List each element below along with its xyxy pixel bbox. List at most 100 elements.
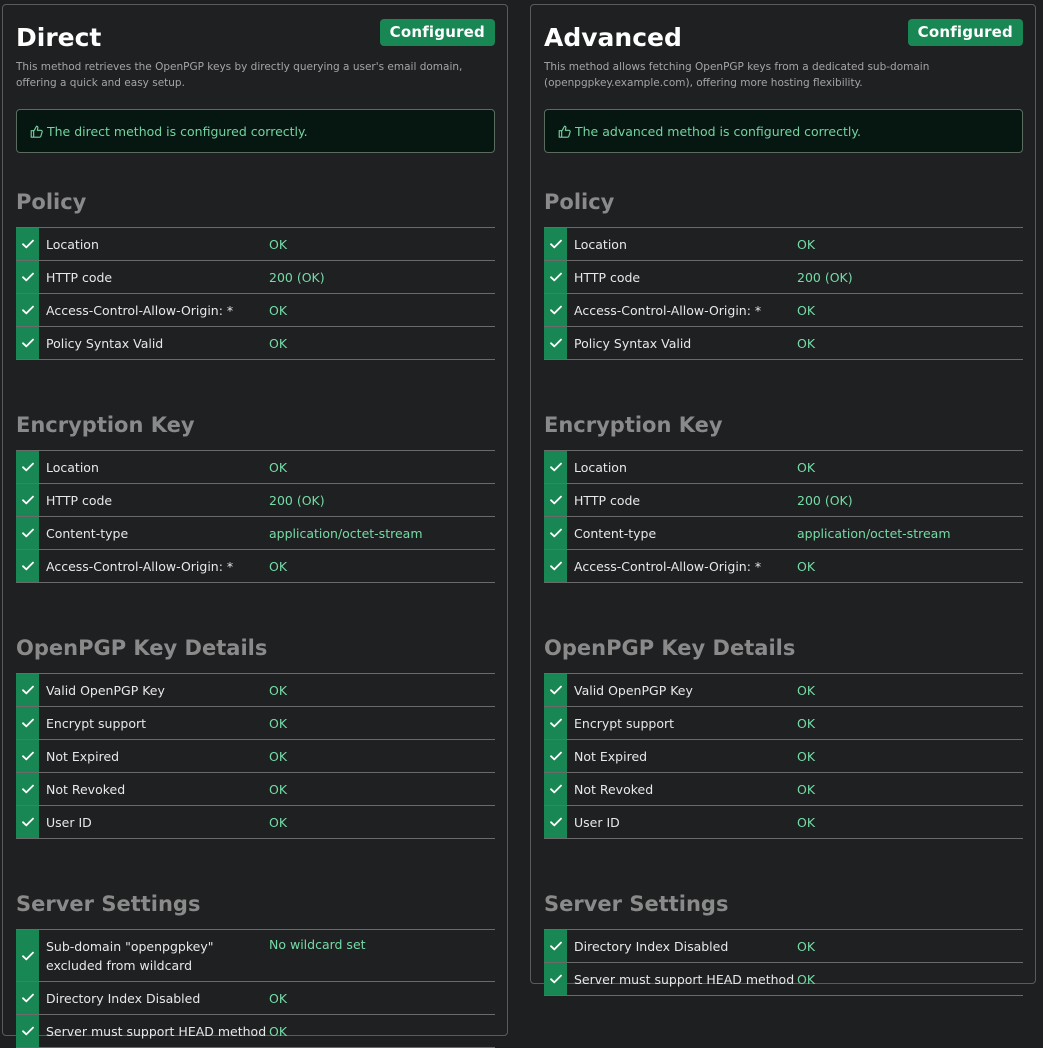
check-result: OK	[269, 558, 288, 574]
check-icon	[544, 327, 567, 359]
check-icon	[544, 963, 567, 995]
check-list: Valid OpenPGP Key OK Encrypt support OK Not …	[544, 673, 1023, 839]
check-list: Directory Index Disabled OK Server must su…	[544, 929, 1023, 996]
status-badge: Configured	[907, 19, 1023, 46]
check-icon	[16, 517, 39, 549]
check-row: Content-type application/octet-stream	[544, 517, 1023, 550]
check-row: Directory Index Disabled OK	[16, 982, 495, 1015]
check-result: OK	[797, 971, 816, 987]
check-label: Content-type	[574, 525, 657, 541]
check-result: 200 (OK)	[269, 492, 325, 508]
check-label: Location	[574, 459, 627, 475]
check-label: HTTP code	[46, 492, 113, 508]
check-result: OK	[797, 558, 816, 574]
check-label: Location	[574, 236, 627, 252]
check-label: Directory Index Disabled	[574, 938, 729, 954]
check-result: application/octet-stream	[797, 525, 951, 541]
check-row: User ID OK	[16, 806, 495, 839]
check-icon	[544, 740, 567, 772]
check-label: Access-Control-Allow-Origin: *	[574, 302, 762, 318]
check-row: Not Expired OK	[16, 740, 495, 773]
check-label: Server must support HEAD method	[46, 1023, 267, 1039]
direct-sections: Policy Location OK HTTP code 200 (OK) Access-…	[16, 189, 495, 1048]
check-icon	[16, 740, 39, 772]
check-row: HTTP code 200 (OK)	[544, 484, 1023, 517]
check-result: OK	[269, 302, 288, 318]
card-description: This method retrieves the OpenPGP keys b…	[16, 61, 463, 89]
check-icon	[544, 451, 567, 483]
check-row: Not Revoked OK	[544, 773, 1023, 806]
check-list: Location OK HTTP code 200 (OK) Content-type a…	[16, 450, 495, 583]
check-icon	[544, 707, 567, 739]
check-row: Not Revoked OK	[16, 773, 495, 806]
section-title: Policy	[544, 190, 615, 214]
check-label: User ID	[574, 814, 620, 830]
check-row: Content-type application/octet-stream	[16, 517, 495, 550]
check-icon	[16, 674, 39, 706]
check-result: OK	[797, 814, 816, 830]
check-icon	[544, 294, 567, 326]
check-label: Server must support HEAD method	[574, 971, 795, 987]
check-label: Not Expired	[46, 748, 120, 764]
key-details-section: OpenPGP Key Details Valid OpenPGP Key OK En…	[544, 635, 1023, 839]
success-alert-text: The advanced method is configured correc…	[575, 123, 861, 139]
policy-section: Policy Location OK HTTP code 200 (OK) Access-…	[544, 189, 1023, 360]
check-list: Location OK HTTP code 200 (OK) Access-Contro…	[544, 227, 1023, 360]
check-row: Server must support HEAD method OK	[544, 963, 1023, 996]
check-label: Location	[46, 459, 99, 475]
check-row: Valid OpenPGP Key OK	[16, 674, 495, 707]
check-icon	[16, 261, 39, 293]
check-row: User ID OK	[544, 806, 1023, 839]
check-list: Location OK HTTP code 200 (OK) Access-Contro…	[16, 227, 495, 360]
encryption-key-section: Encryption Key Location OK HTTP code 200 (OK…	[544, 412, 1023, 583]
check-icon	[544, 261, 567, 293]
check-result: OK	[797, 682, 816, 698]
section-title: OpenPGP Key Details	[16, 636, 268, 660]
success-alert: The direct method is configured correctl…	[16, 109, 495, 153]
check-result: No wildcard set	[269, 937, 366, 952]
check-icon	[16, 773, 39, 805]
check-result: OK	[797, 938, 816, 954]
section-title: OpenPGP Key Details	[544, 636, 796, 660]
check-result: OK	[269, 682, 288, 698]
check-result: OK	[797, 715, 816, 731]
check-list: Sub-domain "openpgpkey" excluded from wi…	[16, 929, 495, 1048]
advanced-method-card: Configured Advanced This method allows f…	[530, 4, 1036, 996]
check-row: HTTP code 200 (OK)	[16, 484, 495, 517]
check-result: application/octet-stream	[269, 525, 423, 541]
status-badge: Configured	[379, 19, 495, 46]
direct-method-card: Configured Direct This method retrieves …	[2, 4, 508, 1048]
check-result: 200 (OK)	[797, 269, 853, 285]
check-icon	[16, 327, 39, 359]
check-icon	[16, 451, 39, 483]
check-result: OK	[269, 335, 288, 351]
key-details-section: OpenPGP Key Details Valid OpenPGP Key OK En…	[16, 635, 495, 839]
check-result: OK	[269, 814, 288, 830]
check-label: Content-type	[46, 525, 129, 541]
check-label: Not Revoked	[574, 781, 654, 797]
section-title: Encryption Key	[16, 413, 195, 437]
check-result: OK	[269, 236, 288, 252]
check-label: Not Revoked	[46, 781, 126, 797]
check-row: Policy Syntax Valid OK	[544, 327, 1023, 360]
check-result: OK	[269, 990, 288, 1006]
check-result: OK	[797, 335, 816, 351]
check-row: Server must support HEAD method OK	[16, 1015, 495, 1048]
check-row: HTTP code 200 (OK)	[544, 261, 1023, 294]
check-label: HTTP code	[574, 269, 641, 285]
check-icon	[16, 930, 39, 981]
check-icon	[16, 484, 39, 516]
success-alert-text: The direct method is configured correctl…	[47, 123, 308, 139]
check-result: OK	[797, 236, 816, 252]
check-label: Encrypt support	[46, 715, 147, 731]
check-icon	[16, 982, 39, 1014]
check-icon	[16, 228, 39, 260]
section-title: Policy	[16, 190, 87, 214]
check-row: HTTP code 200 (OK)	[16, 261, 495, 294]
section-title: Server Settings	[16, 892, 201, 916]
check-label: Sub-domain "openpgpkey" excluded from wi…	[46, 938, 214, 973]
check-icon	[544, 228, 567, 260]
check-icon	[16, 294, 39, 326]
check-row: Policy Syntax Valid OK	[16, 327, 495, 360]
check-list: Valid OpenPGP Key OK Encrypt support OK Not …	[16, 673, 495, 839]
